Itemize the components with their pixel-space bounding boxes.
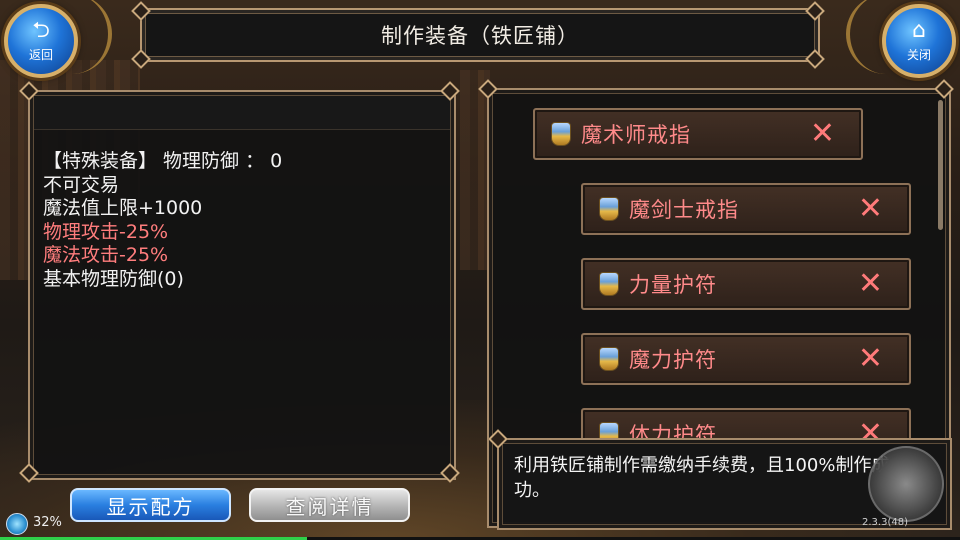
recipe-item[interactable]: 魔力护符 ✕ xyxy=(581,333,911,385)
gem-icon xyxy=(599,197,619,221)
stat-line: 不可交易 xyxy=(43,173,120,196)
page-title-text: 制作装备（铁匠铺） xyxy=(381,24,579,48)
remove-icon[interactable]: ✕ xyxy=(858,268,883,300)
recipe-item[interactable]: 体力护符 ✕ xyxy=(581,408,911,440)
recipe-name: 魔术师戒指 xyxy=(581,123,691,147)
remove-icon[interactable]: ✕ xyxy=(858,418,883,441)
remove-icon[interactable]: ✕ xyxy=(810,118,835,150)
joystick[interactable] xyxy=(868,446,944,522)
page-title: 制作装备（铁匠铺） xyxy=(140,8,820,62)
gem-icon xyxy=(551,122,571,146)
info-text: 利用铁匠铺制作需缴纳手续费，且100%制作成功。 xyxy=(514,455,890,501)
scrollbar[interactable] xyxy=(938,100,943,230)
stat-line: 基本物理防御(0) xyxy=(43,267,184,290)
battery-percent: 32% xyxy=(33,515,62,530)
back-arrow-icon: ⮌ xyxy=(32,17,50,43)
stat-line-negative: 魔法攻击-25% xyxy=(43,244,169,266)
remove-icon[interactable]: ✕ xyxy=(858,193,883,225)
battery-icon xyxy=(6,513,28,535)
item-stats: 【特殊装备】 物理防御 ： 0 不可交易 魔法值上限+1000 物理攻击-25%… xyxy=(43,150,282,291)
gem-icon xyxy=(599,347,619,371)
back-button[interactable]: ⮌ 返回 xyxy=(4,4,78,78)
close-button-label: 关闭 xyxy=(906,47,931,62)
back-button-label: 返回 xyxy=(28,47,53,62)
item-details-panel: 【特殊装备】 物理防御 ： 0 不可交易 魔法值上限+1000 物理攻击-25%… xyxy=(28,90,456,480)
home-icon: ⌂ xyxy=(912,17,926,43)
stat-line: 【特殊装备】 物理防御 ： 0 xyxy=(43,150,283,172)
show-recipe-button[interactable]: 显示配方 xyxy=(70,488,231,522)
recipe-list[interactable]: 魔术师戒指 ✕ 魔剑士戒指 ✕ 力量护符 ✕ 魔力护符 ✕ 体力护符 ✕ xyxy=(489,90,949,440)
recipe-item[interactable]: 力量护符 ✕ xyxy=(581,258,911,310)
recipe-name: 体力护符 xyxy=(629,423,717,440)
gem-icon xyxy=(599,272,619,296)
remove-icon[interactable]: ✕ xyxy=(858,343,883,375)
recipe-name: 魔力护符 xyxy=(629,348,717,372)
stat-line: 魔法值上限+1000 xyxy=(43,197,203,219)
close-button[interactable]: ⌂ 关闭 xyxy=(882,4,956,78)
recipe-item[interactable]: 魔剑士戒指 ✕ xyxy=(581,183,911,235)
stat-line-negative: 物理攻击-25% xyxy=(43,220,169,243)
view-details-button[interactable]: 查阅详情 xyxy=(249,488,410,522)
recipe-name: 力量护符 xyxy=(629,273,717,297)
recipe-name: 魔剑士戒指 xyxy=(629,198,739,222)
version-label: 2.3.3(48) xyxy=(862,517,908,528)
recipe-item[interactable]: 魔术师戒指 ✕ xyxy=(533,108,863,160)
item-header-strip xyxy=(34,96,450,130)
